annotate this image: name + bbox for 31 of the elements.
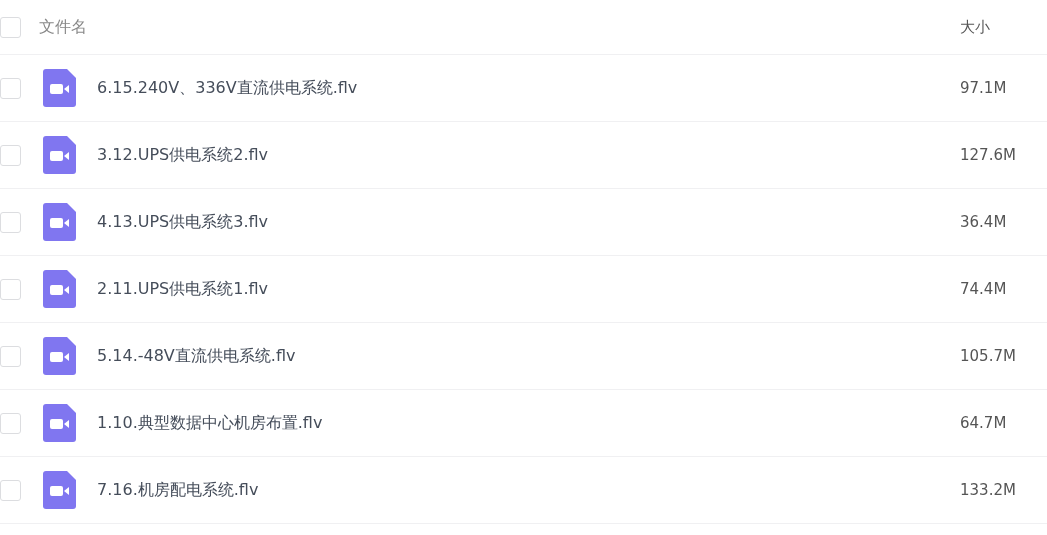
file-name: 2.11.UPS供电系统1.flv <box>97 278 270 300</box>
video-file-icon <box>43 404 76 442</box>
checkbox[interactable] <box>0 479 21 501</box>
video-file-icon <box>43 136 76 174</box>
checkbox[interactable] <box>0 278 21 300</box>
checkbox[interactable] <box>0 345 21 367</box>
video-file-icon <box>43 203 76 241</box>
file-size: 133.2M <box>960 479 1017 501</box>
column-header: 大小 <box>960 16 991 38</box>
checkbox[interactable] <box>0 144 21 166</box>
file-name: 3.12.UPS供电系统2.flv <box>97 144 270 166</box>
checkbox[interactable] <box>0 16 21 38</box>
file-name: 6.15.240V、336V直流供电系统.flv <box>97 77 359 99</box>
checkbox[interactable] <box>0 77 21 99</box>
file-name: 7.16.机房配电系统.flv <box>97 479 260 501</box>
checkbox[interactable] <box>0 211 21 233</box>
file-size: 105.7M <box>960 345 1017 367</box>
checkbox[interactable] <box>0 412 21 434</box>
file-name: 1.10.典型数据中心机房布置.flv <box>97 412 324 434</box>
file-size: 97.1M <box>960 77 1008 99</box>
file-name: 5.14.-48V直流供电系统.flv <box>97 345 297 367</box>
file-name: 4.13.UPS供电系统3.flv <box>97 211 270 233</box>
video-file-icon <box>43 471 76 509</box>
video-file-icon <box>43 69 76 107</box>
file-size: 74.4M <box>960 278 1008 300</box>
file-size: 36.4M <box>960 211 1008 233</box>
video-file-icon <box>43 337 76 375</box>
column-header: 文件名 <box>39 16 88 38</box>
file-size: 64.7M <box>960 412 1008 434</box>
video-file-icon <box>43 270 76 308</box>
file-size: 127.6M <box>960 144 1017 166</box>
